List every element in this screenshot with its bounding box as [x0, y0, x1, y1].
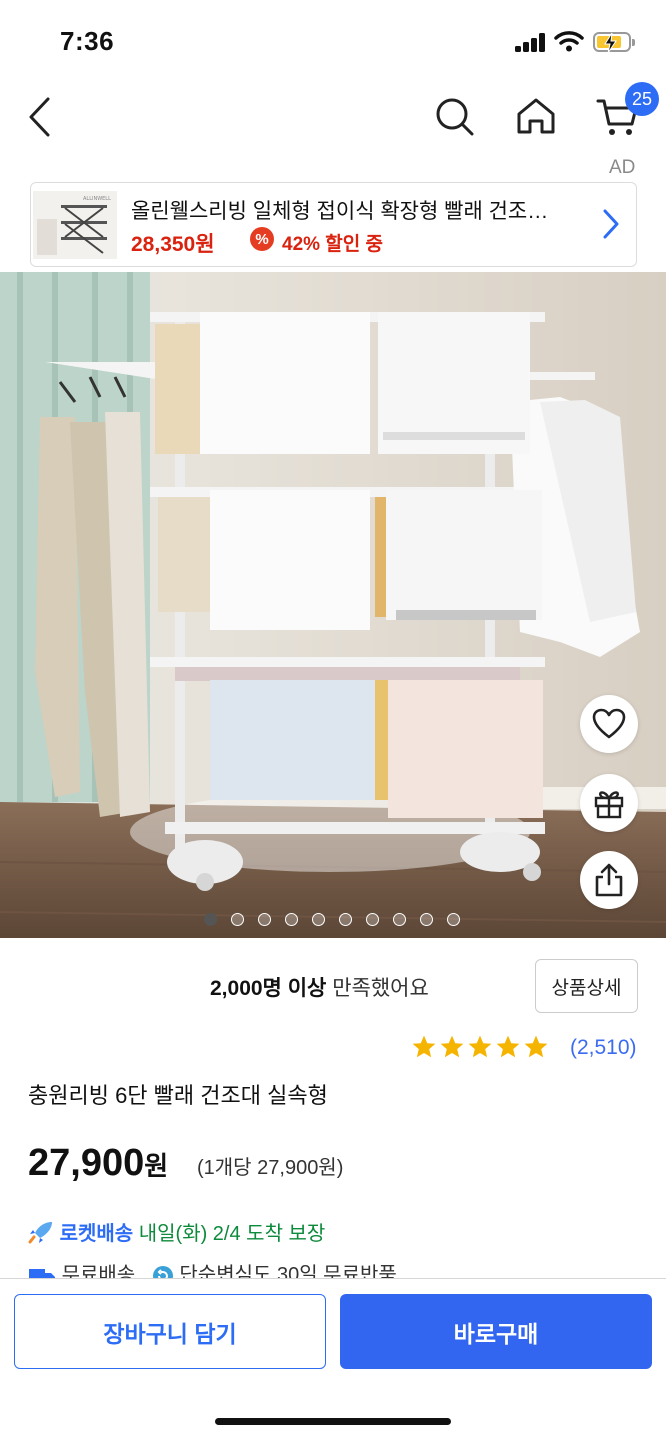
- favorite-heart-button[interactable]: [580, 695, 638, 753]
- share-icon: [595, 863, 623, 897]
- price-amount: 27,900: [28, 1142, 145, 1184]
- star-icon: [440, 1035, 464, 1058]
- price-currency: 원: [144, 1151, 169, 1181]
- pagination-dot[interactable]: [231, 913, 244, 926]
- buy-now-button[interactable]: 바로구매: [340, 1294, 652, 1369]
- satisfaction-text: 2,000명 이상 만족했어요: [210, 972, 429, 1002]
- home-indicator: [215, 1418, 451, 1425]
- star-icon: [496, 1035, 520, 1058]
- pagination-dot[interactable]: [447, 913, 460, 926]
- rocket-delivery-label: 로켓배송: [59, 1223, 134, 1245]
- heart-icon: [592, 708, 626, 739]
- home-icon[interactable]: [515, 96, 557, 141]
- status-bar: 7:36: [0, 0, 666, 84]
- chevron-right-icon: [601, 207, 621, 246]
- search-icon[interactable]: [434, 96, 476, 143]
- gift-button[interactable]: [580, 774, 638, 832]
- sponsored-product-banner[interactable]: ALLINWELL 올린웰스리빙 일체형 접이식 확장형 빨래 건조… 28,3…: [30, 182, 637, 267]
- image-pagination-dots: [204, 913, 460, 931]
- share-button[interactable]: [580, 851, 638, 909]
- pagination-dot[interactable]: [339, 913, 352, 926]
- ad-discount-text: 42% 할인 중: [282, 234, 384, 255]
- ad-label: AD: [609, 157, 636, 178]
- rocket-delivery-info: 로켓배송 내일(화) 2/4 도착 보장: [28, 1217, 325, 1246]
- bottom-action-bar: 장바구니 담기 바로구매: [0, 1278, 666, 1440]
- battery-icon: [593, 32, 635, 54]
- add-to-cart-button[interactable]: 장바구니 담기: [14, 1294, 326, 1369]
- satisfaction-suffix: 만족했어요: [326, 977, 429, 1000]
- product-title: 충원리빙 6단 빨래 건조대 실속형: [28, 1083, 328, 1108]
- ad-product-title: 올린웰스리빙 일체형 접이식 확장형 빨래 건조…: [131, 200, 549, 223]
- cellular-signal-icon: [515, 32, 547, 52]
- satisfaction-count: 2,000명 이상: [210, 977, 327, 1000]
- pagination-dot[interactable]: [366, 913, 379, 926]
- wifi-icon: [554, 30, 584, 57]
- star-icon: [412, 1035, 436, 1058]
- pagination-dot[interactable]: [420, 913, 433, 926]
- top-nav-bar: [0, 84, 666, 154]
- product-detail-button[interactable]: 상품상세: [535, 959, 638, 1013]
- star-icon: [468, 1035, 492, 1058]
- ad-product-thumbnail: ALLINWELL: [33, 191, 117, 259]
- star-icon: [524, 1035, 548, 1058]
- product-main-image[interactable]: [0, 272, 666, 938]
- review-count-link[interactable]: (2,510): [570, 1036, 637, 1060]
- ad-product-price: 28,350원: [131, 233, 215, 256]
- back-chevron-icon[interactable]: [26, 96, 54, 143]
- drying-rack-illustration: [0, 272, 666, 938]
- cart-count-badge: 25: [625, 82, 659, 116]
- rating-stars[interactable]: [411, 1034, 549, 1060]
- unit-price: (1개당 27,900원): [197, 1157, 344, 1179]
- delivery-eta: 내일(화) 2/4 도착 보장: [138, 1223, 326, 1245]
- pagination-dot[interactable]: [204, 913, 217, 926]
- gift-icon: [594, 791, 624, 819]
- pagination-dot[interactable]: [312, 913, 325, 926]
- status-time: 7:36: [60, 26, 115, 56]
- free-shipping-row: 무료배송 단순변심도 30일 무료반품: [28, 1258, 666, 1280]
- pagination-dot[interactable]: [393, 913, 406, 926]
- pagination-dot[interactable]: [285, 913, 298, 926]
- pagination-dot[interactable]: [258, 913, 271, 926]
- product-price: 27,900원: [28, 1142, 168, 1185]
- discount-percent-icon: %: [250, 227, 274, 251]
- rocket-icon: [28, 1222, 52, 1244]
- svg-text:ALLINWELL: ALLINWELL: [83, 196, 111, 202]
